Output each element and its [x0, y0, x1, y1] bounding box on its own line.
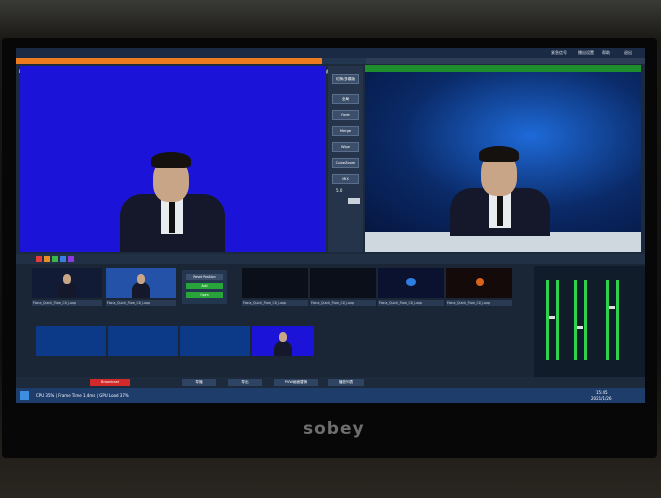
source-thumb-7[interactable] — [36, 326, 106, 356]
merge-button[interactable]: Merge — [332, 126, 359, 136]
pvw-replace-button[interactable]: PVW画面替换 — [274, 379, 318, 386]
broadcast-button[interactable]: Broadcast — [90, 379, 130, 386]
source-thumb-4[interactable] — [310, 268, 376, 298]
mix-button[interactable]: MIX — [332, 174, 359, 184]
brand-logo: sobey — [303, 419, 365, 439]
audio-meter-5 — [606, 280, 609, 360]
thumb-label-1: Fiona_Quick_Flow_Ctl_Loop — [32, 300, 102, 306]
status-text: CPU 35% | Frame Time 1.4ms | GPU Load 37… — [36, 393, 129, 398]
audio-meter-4 — [584, 280, 587, 360]
thumb-label-2: Fiona_Quick_Flow_Ctl_Loop — [106, 300, 176, 306]
playlist-button[interactable]: 播放列表 — [328, 379, 364, 386]
source-thumb-9[interactable] — [180, 326, 250, 356]
audio-meter-3 — [574, 280, 577, 360]
program-monitor[interactable] — [365, 72, 641, 252]
menu-item-exit[interactable]: 退出 — [624, 50, 632, 56]
position-panel: Reset Position Add Open — [182, 270, 227, 304]
fade-button[interactable]: Fade — [332, 110, 359, 120]
transition-slider[interactable] — [348, 198, 360, 204]
thumb-label-6: Fiona_Quick_Flow_Ctl_Loop — [446, 300, 512, 306]
source-tab-bar — [16, 254, 645, 264]
cubezoom-button[interactable]: CubeZoom — [332, 158, 359, 168]
thumb-label-4: Fiona_Quick_Flow_Ctl_Loop — [310, 300, 376, 306]
wipe-button[interactable]: Wipe — [332, 142, 359, 152]
audio-meter-1 — [546, 280, 549, 360]
transition-duration[interactable]: 5.0 — [336, 188, 342, 194]
audio-meter-2 — [556, 280, 559, 360]
brand-logo-text: sobey — [303, 419, 365, 439]
director-button[interactable]: 导播 — [182, 379, 216, 386]
open-button[interactable]: Open — [186, 292, 223, 298]
preview-monitor[interactable] — [20, 66, 326, 252]
source-thumb-1[interactable] — [32, 268, 102, 298]
audio-mixer-panel — [534, 266, 645, 387]
program-title-bar: AttitudeBroadcaster_20_RTDC — [365, 65, 641, 81]
reset-position-button[interactable]: Reset Position — [186, 274, 223, 280]
audio-fader-3[interactable] — [609, 306, 615, 309]
audio-fader-1[interactable] — [549, 316, 555, 319]
audio-fader-2[interactable] — [577, 326, 583, 329]
menu-item-playout[interactable]: 播出设置 — [578, 50, 594, 56]
source-thumb-8[interactable] — [108, 326, 178, 356]
menu-item-emergency[interactable]: 紧急信号 — [551, 50, 567, 56]
template-switch-button[interactable]: 切换/多模版 — [332, 74, 359, 84]
menu-bar: SMT 素材管理 系统配置 字幕配置 上一次配置 紧急信号 播出设置 帮助 退出 — [16, 48, 645, 65]
source-thumb-3[interactable] — [242, 268, 308, 298]
source-thumb-5[interactable] — [378, 268, 444, 298]
output-header: 输出PGM — [322, 58, 366, 74]
source-thumb-10[interactable] — [252, 326, 314, 356]
bottom-control-bar: Broadcast 导播 导出 PVW画面替换 播放列表 — [16, 377, 645, 387]
global-button[interactable]: 全局 — [332, 94, 359, 104]
preview-header: BGYUI00 PCL Analog IO Capture — [16, 58, 322, 74]
transition-controls: 切换/多模版 全局 Fade Merge Wipe CubeZoom MIX 5… — [328, 66, 363, 252]
source-thumb-2[interactable] — [106, 268, 176, 298]
screen: SMT 素材管理 系统配置 字幕配置 上一次配置 紧急信号 播出设置 帮助 退出… — [16, 48, 645, 403]
windows-taskbar: CPU 35% | Frame Time 1.4ms | GPU Load 37… — [16, 388, 645, 403]
add-button[interactable]: Add — [186, 283, 223, 289]
thumb-label-3: Fiona_Quick_Flow_Ctl_Loop — [242, 300, 308, 306]
menu-item-help[interactable]: 帮助 — [602, 50, 610, 56]
program-header — [366, 58, 645, 64]
start-icon[interactable] — [20, 391, 29, 400]
export-button[interactable]: 导出 — [228, 379, 262, 386]
thumb-label-5: Fiona_Quick_Flow_Ctl_Loop — [378, 300, 444, 306]
clock-date: 2021/1/26 — [591, 396, 612, 401]
audio-meter-6 — [616, 280, 619, 360]
source-thumb-6[interactable] — [446, 268, 512, 298]
